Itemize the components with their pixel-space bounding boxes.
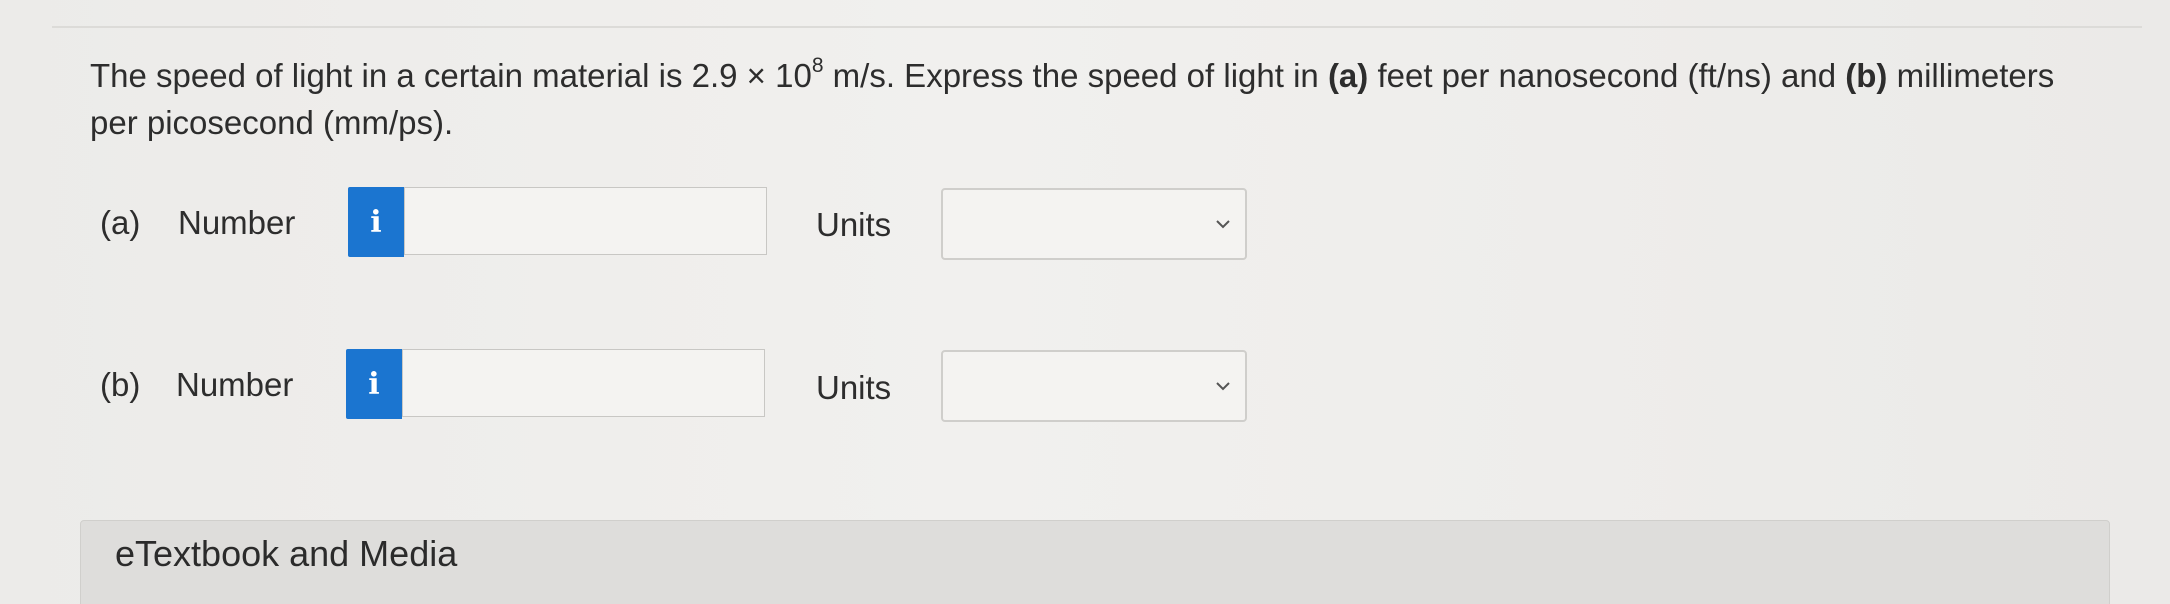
question-text-part: m/s. Express the speed of light in bbox=[823, 57, 1328, 94]
chevron-down-icon bbox=[1216, 382, 1230, 391]
part-b-number-input[interactable] bbox=[402, 349, 765, 417]
part-a-label: (a) bbox=[100, 204, 141, 241]
part-b-number-label: Number bbox=[176, 366, 294, 403]
exponent: 8 bbox=[811, 54, 824, 77]
part-a-number-label: Number bbox=[178, 204, 296, 241]
etextbook-media-panel[interactable]: eTextbook and Media bbox=[80, 520, 2110, 604]
part-a-units-select[interactable] bbox=[941, 188, 1247, 260]
divider bbox=[52, 26, 2142, 28]
part-a-marker: (a) bbox=[1327, 57, 1369, 94]
etextbook-media-label: eTextbook and Media bbox=[115, 533, 458, 574]
question-text-part: feet per nanosecond (ft/ns) and bbox=[1368, 57, 1846, 94]
part-a-number-input[interactable] bbox=[404, 187, 767, 255]
chevron-down-icon bbox=[1216, 220, 1230, 229]
part-b-label: (b) bbox=[100, 366, 141, 403]
part-a-info-icon[interactable]: i bbox=[348, 187, 404, 257]
question-text: The speed of light in a certain material… bbox=[90, 52, 2110, 146]
question-text-part: The speed of light in a certain material… bbox=[90, 57, 812, 94]
part-b-marker: (b) bbox=[1845, 57, 1888, 94]
part-b-units-select[interactable] bbox=[941, 350, 1247, 422]
page: The speed of light in a certain material… bbox=[0, 0, 2170, 604]
part-b-info-icon[interactable]: i bbox=[346, 349, 402, 419]
part-b-units-label: Units bbox=[816, 369, 892, 406]
part-a-units-label: Units bbox=[816, 206, 892, 243]
